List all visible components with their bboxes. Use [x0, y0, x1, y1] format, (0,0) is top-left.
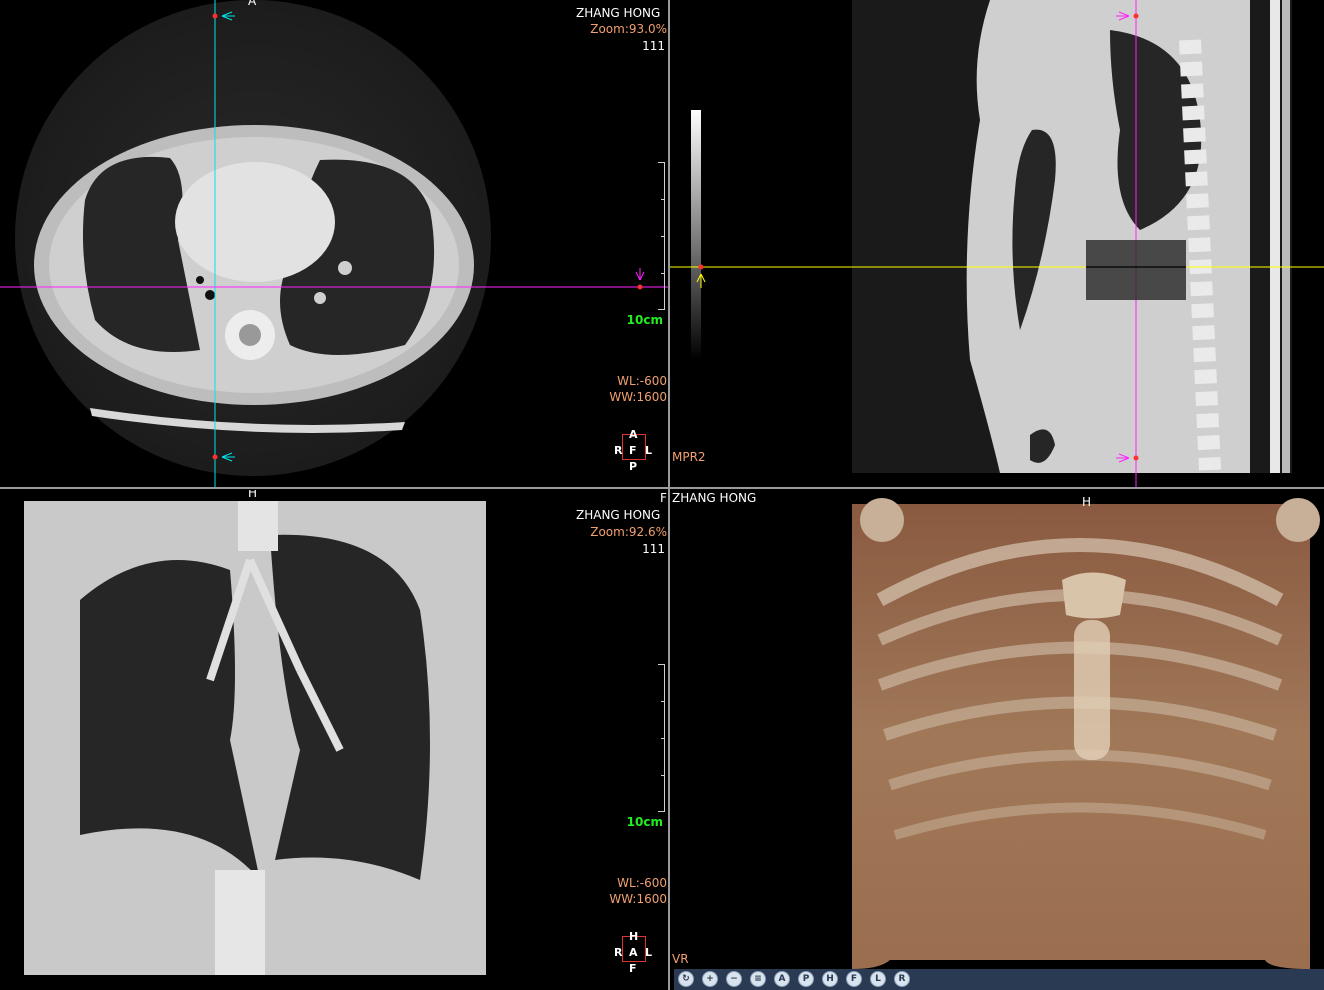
cube-center: A	[629, 946, 638, 959]
vertical-divider[interactable]	[668, 0, 670, 990]
coronal-slice-number: 111	[642, 542, 665, 556]
horizontal-divider[interactable]	[0, 487, 1324, 489]
cube-left: R	[614, 946, 623, 959]
coronal-ct-image	[24, 501, 486, 975]
head-view-button[interactable]: H	[822, 971, 838, 987]
cube-top: H	[629, 930, 639, 943]
right-view-button[interactable]: R	[894, 971, 910, 987]
sagittal-viewport[interactable]: MPR2	[670, 0, 1324, 487]
left-view-button[interactable]: L	[870, 971, 886, 987]
axial-distance-ruler	[658, 162, 665, 310]
cube-bottom: P	[629, 460, 638, 473]
zoom-in-tool-button[interactable]: +	[702, 971, 718, 987]
coronal-right-edge-label: F	[660, 491, 667, 505]
cube-right: L	[645, 444, 653, 457]
coronal-top-orientation: H	[248, 490, 258, 500]
coronal-window-width: WW:1600	[609, 892, 667, 906]
coronal-scale-label: 10cm	[626, 815, 663, 829]
reset-tool-button[interactable]: ≡	[750, 971, 766, 987]
coronal-orientation-cube: H R A L F	[614, 930, 653, 975]
cube-top: A	[629, 428, 638, 441]
volume-patient-name: ZHANG HONG	[672, 491, 757, 505]
volume-render-viewport[interactable]: ZHANG HONG H VR	[670, 490, 1324, 969]
axial-window-level: WL:-600	[617, 374, 667, 388]
volume-top-orientation: H	[1082, 495, 1092, 509]
sagittal-mode-label: MPR2	[672, 450, 706, 464]
zoom-out-tool-button[interactable]: −	[726, 971, 742, 987]
sagittal-ct-image	[670, 0, 1324, 487]
cube-center: F	[629, 444, 637, 457]
axial-viewport[interactable]: A ZHANG HONG 2021-09-30 Zoom:93.0% 111 A…	[0, 0, 668, 487]
coronal-viewport[interactable]: H F ZHANG HONG 2021-09-30 Zoom:92.6% 111…	[0, 490, 668, 990]
cube-left: R	[614, 444, 623, 457]
axial-scale-label: 10cm	[626, 313, 663, 327]
posterior-view-button[interactable]: P	[798, 971, 814, 987]
coronal-distance-ruler	[658, 664, 665, 812]
axial-slice-number: 111	[642, 39, 665, 53]
coronal-zoom-level: Zoom:92.6%	[590, 525, 667, 539]
volume-toolbar: ↻ + − ≡ A P H F L R	[674, 969, 1324, 990]
axial-patient-name: ZHANG HONG	[576, 6, 661, 20]
coronal-window-level: WL:-600	[617, 876, 667, 890]
axial-ct-image	[0, 0, 668, 487]
axial-window-width: WW:1600	[609, 390, 667, 404]
volume-rendering-image	[852, 498, 1320, 969]
axial-orientation-cube: A R F L P	[614, 428, 653, 473]
cube-right: L	[645, 946, 653, 959]
axial-top-orientation: A	[248, 0, 257, 8]
foot-view-button[interactable]: F	[846, 971, 862, 987]
rotate-tool-button[interactable]: ↻	[678, 971, 694, 987]
volume-view-mode: VR	[672, 952, 689, 966]
anterior-view-button[interactable]: A	[774, 971, 790, 987]
cube-bottom: F	[629, 962, 637, 975]
axial-zoom-level: Zoom:93.0%	[590, 22, 667, 36]
coronal-patient-name: ZHANG HONG	[576, 508, 661, 522]
